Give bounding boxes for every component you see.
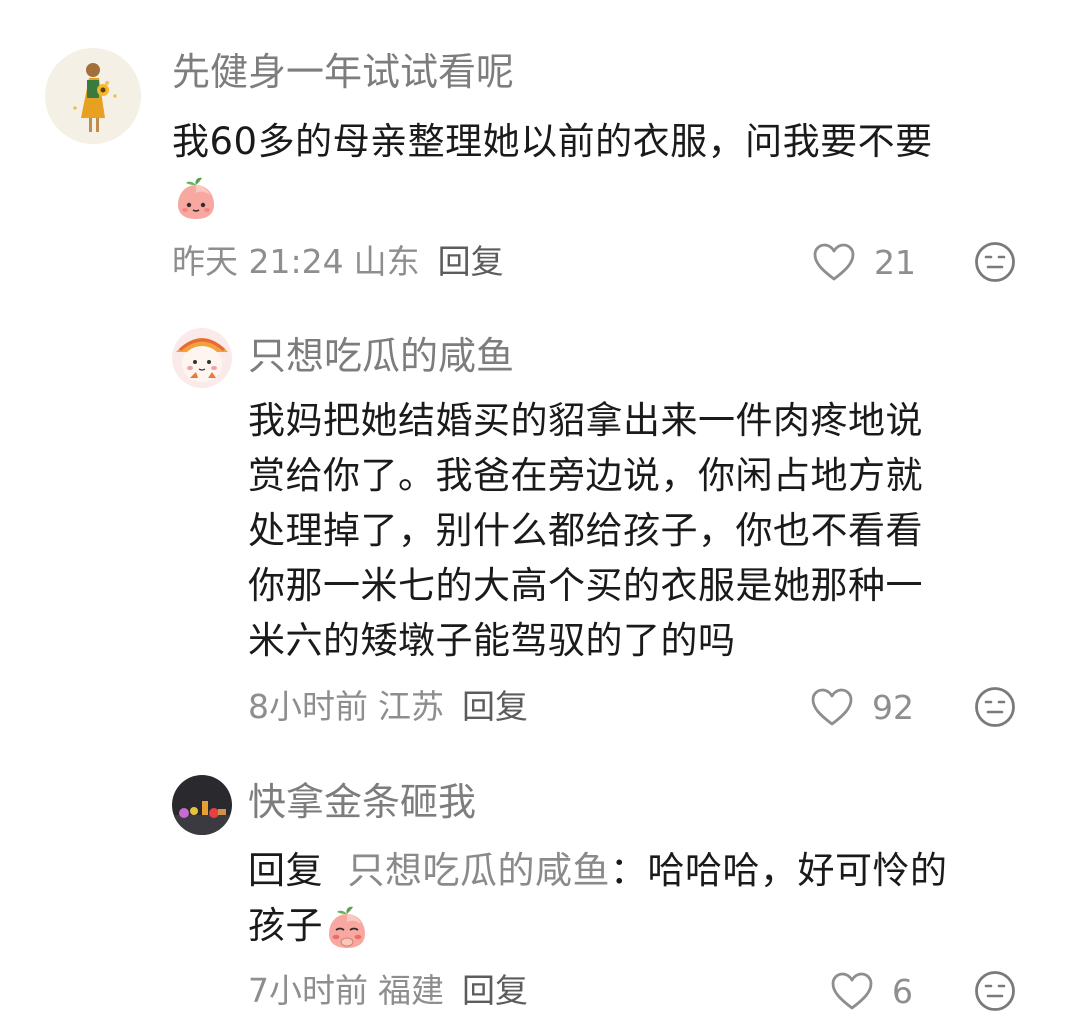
comment-line: 回复 只想吃瓜的咸鱼：哈哈哈，好可怜的 (248, 843, 948, 898)
comment-meta: 8小时前 江苏 回复 (248, 685, 538, 729)
username[interactable]: 只想吃瓜的咸鱼 (248, 332, 514, 380)
like-count: 92 (872, 687, 914, 727)
comment-line: 米六的矮墩子能驾驭的了的吗 (248, 619, 736, 662)
comment-line-text: 孩子 (248, 904, 323, 947)
avatar[interactable] (45, 48, 141, 144)
like-count: 21 (874, 242, 916, 282)
peach-face-icon (178, 177, 214, 219)
comment-text: 我60多的母亲整理她以前的衣服，问我要不要 (172, 114, 933, 224)
comment-line: 孩子 (248, 898, 948, 953)
like-button[interactable]: 6 (830, 967, 913, 1015)
comment-meta: 昨天 21:24 山东 回复 (172, 240, 514, 284)
comment-line-rest: 哈哈哈，好可怜的 (647, 849, 948, 892)
meh-face-icon[interactable] (974, 686, 1016, 728)
comment-location: 山东 (353, 242, 420, 281)
meh-face-icon[interactable] (974, 241, 1016, 283)
comment-line: 我妈把她结婚买的貂拿出来一件肉疼地说 (248, 399, 923, 442)
avatar[interactable] (172, 328, 232, 388)
heart-outline-icon (831, 972, 873, 1010)
username[interactable]: 快拿金条砸我 (248, 778, 476, 826)
comment-line: 赏给你了。我爸在旁边说，你闲占地方就 (248, 454, 923, 497)
reply-button[interactable]: 回复 (438, 242, 504, 281)
heart-outline-icon (813, 243, 855, 281)
comment-text: 我妈把她结婚买的貂拿出来一件肉疼地说 赏给你了。我爸在旁边说，你闲占地方就 处理… (248, 393, 923, 668)
reply-button[interactable]: 回复 (462, 687, 528, 726)
reply-button[interactable]: 回复 (462, 971, 528, 1010)
reply-colon: ： (610, 849, 648, 892)
comment-location: 福建 (378, 971, 444, 1010)
like-count: 6 (892, 971, 913, 1011)
comment-text: 回复 只想吃瓜的咸鱼：哈哈哈，好可怜的 孩子 (248, 843, 948, 953)
avatar-image-icon (45, 48, 141, 144)
comment-emoji-line (172, 169, 933, 224)
comment-line: 你那一米七的大高个买的衣服是她那种一 (248, 564, 923, 607)
like-button[interactable]: 21 (812, 238, 916, 286)
comment-time: 8小时前 (248, 687, 368, 726)
comment-line: 处理掉了，别什么都给孩子，你也不看看 (248, 509, 923, 552)
reply-prefix: 回复 (248, 849, 323, 892)
comment-line: 我60多的母亲整理她以前的衣服，问我要不要 (172, 120, 933, 163)
meh-face-icon[interactable] (974, 970, 1016, 1012)
peach-shy-icon (329, 906, 365, 948)
like-button[interactable]: 92 (810, 683, 914, 731)
comment-1: 先健身一年试试看呢 我60多的母亲整理她以前的衣服，问我要不要 昨天 21:24… (0, 0, 1080, 300)
comment-location: 江苏 (378, 687, 444, 726)
heart-outline-icon (811, 688, 853, 726)
reply-mention[interactable]: 只想吃瓜的咸鱼 (348, 849, 611, 892)
username[interactable]: 先健身一年试试看呢 (172, 48, 514, 96)
comment-meta: 7小时前 福建 回复 (248, 969, 538, 1013)
comment-time: 7小时前 (248, 971, 368, 1010)
comment-time: 昨天 21:24 (172, 242, 344, 281)
avatar-image-icon (172, 775, 232, 835)
avatar-image-icon (172, 328, 232, 388)
avatar[interactable] (172, 775, 232, 835)
